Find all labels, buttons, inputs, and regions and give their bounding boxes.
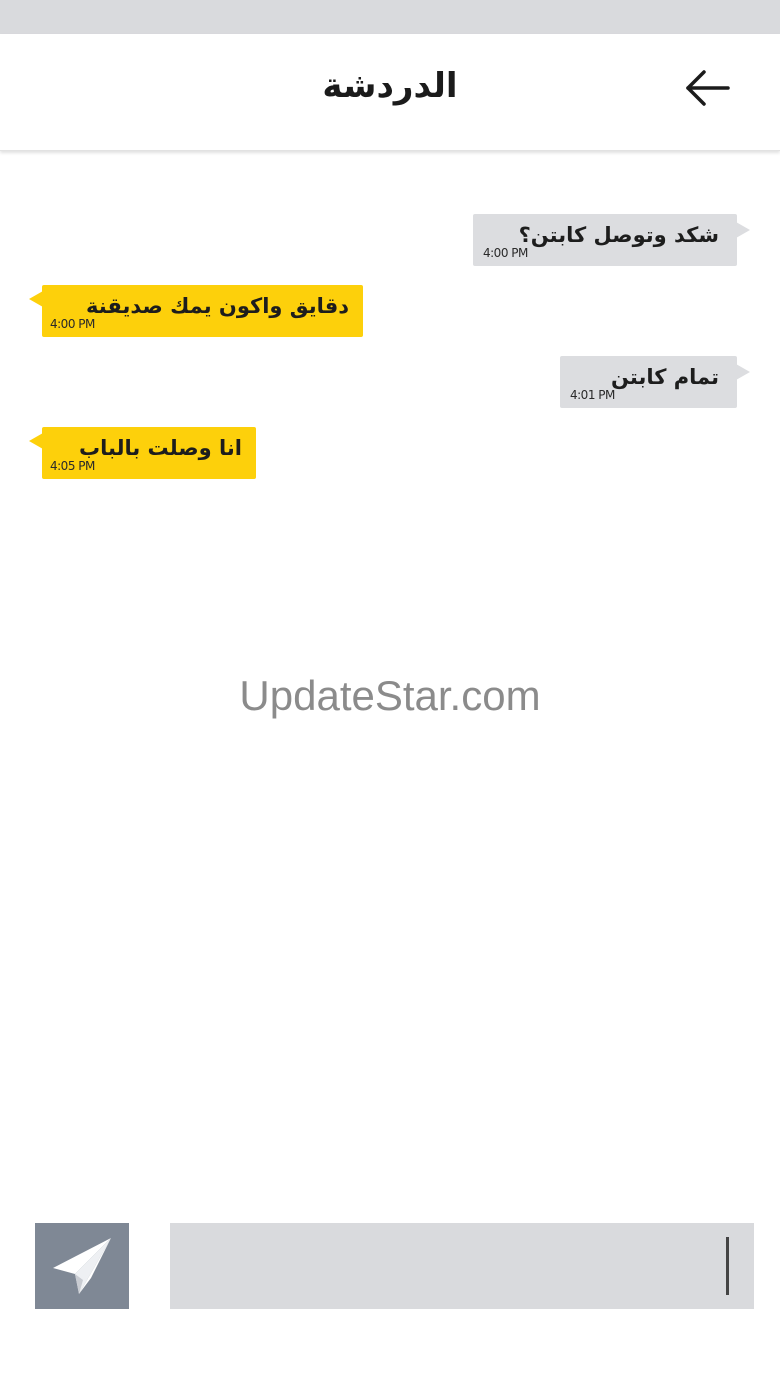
message-time: 4:00 PM <box>483 246 528 260</box>
message-bubble-incoming[interactable]: شكد وتوصل كابتن؟ 4:00 PM <box>473 214 750 266</box>
back-button[interactable] <box>680 68 736 112</box>
message-time: 4:01 PM <box>570 388 615 402</box>
message-time: 4:00 PM <box>50 317 95 331</box>
app-bar: الدردشة <box>0 34 780 151</box>
message-input-box[interactable] <box>170 1223 754 1309</box>
page-title: الدردشة <box>322 66 458 106</box>
message-text: تمام كابتن <box>610 365 719 389</box>
message-text: دقايق واكون يمك صديقنة <box>86 294 349 318</box>
text-caret <box>726 1237 729 1295</box>
watermark: UpdateStar.com <box>239 672 541 719</box>
message-input[interactable] <box>170 1223 754 1309</box>
message-bubble-outgoing[interactable]: دقايق واكون يمك صديقنة 4:00 PM <box>29 285 363 337</box>
message-text: انا وصلت بالباب <box>79 436 242 460</box>
paper-plane-icon <box>53 1238 111 1294</box>
status-bar <box>0 0 780 34</box>
send-button[interactable] <box>35 1223 129 1309</box>
message-bubble-outgoing[interactable]: انا وصلت بالباب 4:05 PM <box>29 427 256 479</box>
arrow-left-icon <box>686 70 730 106</box>
message-bubble-incoming[interactable]: تمام كابتن 4:01 PM <box>560 356 750 408</box>
message-time: 4:05 PM <box>50 459 95 473</box>
message-text: شكد وتوصل كابتن؟ <box>518 223 719 247</box>
